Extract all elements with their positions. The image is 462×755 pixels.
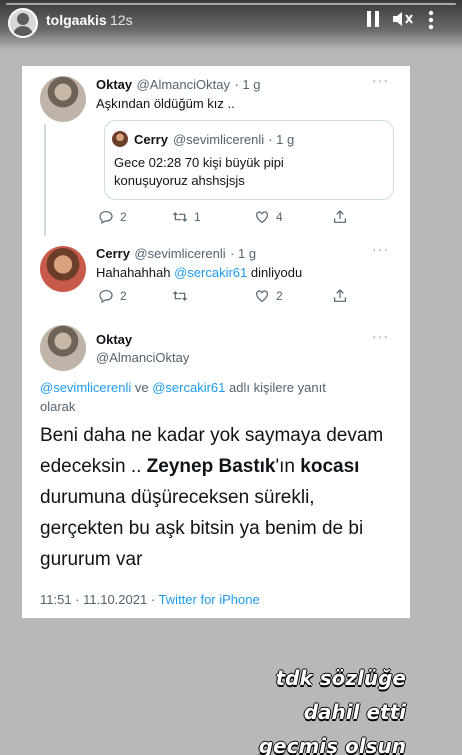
story-progress-bar [6, 3, 456, 5]
pause-icon[interactable] [366, 10, 380, 32]
share-button[interactable] [332, 288, 354, 304]
tweet-time: · 1 g [234, 77, 261, 92]
tweet-text-prefix: Hahahahhah [96, 265, 171, 280]
retweet-button[interactable]: 1 [172, 209, 254, 225]
share-button[interactable] [332, 209, 354, 225]
caption-line-3: gecmiş olsun [258, 734, 406, 755]
mute-icon[interactable] [392, 10, 414, 32]
author-name[interactable]: Oktay [96, 77, 132, 92]
avatar[interactable] [40, 246, 86, 292]
reply-context-and: ve [134, 380, 149, 395]
story-username[interactable]: tolgaakis [46, 12, 107, 28]
reply-icon [99, 290, 113, 304]
share-icon [334, 289, 346, 302]
more-options-icon[interactable]: ··· [372, 72, 389, 88]
author-handle[interactable]: @AlmanciOktay [96, 350, 189, 365]
tweet-meta: 11:51 · 11.10.2021 · Twitter for iPhone [40, 592, 260, 607]
like-button[interactable]: 4 [254, 209, 332, 225]
heart-icon [256, 211, 268, 224]
author-handle[interactable]: @AlmanciOktay [137, 77, 230, 92]
heart-icon [256, 290, 268, 303]
story-time: 12s [110, 12, 133, 28]
tweet-header: Oktay @AlmanciOktay · 1 g [96, 76, 260, 94]
author-handle[interactable]: @sevimlicerenli [134, 246, 225, 261]
tweet-body: Beni daha ne kadar yok saymaya devam ede… [40, 420, 400, 575]
caption-line-1: tdk sözlüğe [275, 666, 406, 690]
like-count: 4 [276, 210, 283, 224]
reply-icon [99, 211, 113, 225]
quoted-tweet-header: Cerry @sevimlicerenli · 1 g [112, 131, 294, 147]
mention-link[interactable]: @sevimlicerenli [40, 380, 131, 395]
reply-context-suffix: adlı kişilere yanıt [229, 380, 326, 395]
avatar[interactable] [40, 76, 86, 122]
share-icon [334, 210, 346, 223]
reply-count: 2 [120, 289, 127, 303]
mention-link[interactable]: @sercakir61 [174, 265, 247, 280]
author-name: Cerry [134, 131, 168, 147]
more-icon[interactable] [428, 10, 434, 34]
tweet-actions: 2 1 4 [98, 209, 354, 225]
tweet-body-bold: kocası [300, 456, 360, 477]
author-name[interactable]: Oktay [96, 332, 132, 347]
avatar [112, 131, 128, 147]
caption-line-2: dahil etti [303, 700, 406, 724]
author-handle: @sevimlicerenli [172, 131, 265, 147]
mention-link[interactable]: @sercakir61 [152, 380, 225, 395]
tweet-header: Cerry @sevimlicerenli · 1 g [96, 245, 256, 263]
tweet-text-suffix: dinliyodu [250, 265, 303, 280]
tweet-text: Aşkından öldüğüm kız .. [96, 96, 235, 111]
reply-context: @sevimlicerenli ve @sercakir61 adlı kişi… [40, 380, 326, 395]
like-count: 2 [276, 289, 283, 303]
tweet-text: Hahahahhah @sercakir61 dinliyodu [96, 265, 302, 280]
retweet-icon [172, 291, 188, 301]
tweet-body-bold: Zeynep Bastık [146, 456, 276, 477]
story-avatar[interactable] [8, 8, 38, 38]
tweet-source-link[interactable]: Twitter for iPhone [159, 592, 260, 607]
reply-button[interactable]: 2 [98, 209, 172, 225]
tweet-body-part: 'ın [275, 456, 301, 477]
retweet-icon [172, 212, 188, 222]
quoted-tweet-text-line2: konuşuyoruz ahshsjsjs [114, 173, 245, 188]
author-name[interactable]: Cerry [96, 246, 130, 261]
quoted-tweet-text-line1: Gece 02:28 70 kişi büyük pipi [114, 155, 284, 170]
reply-context-line2: olarak [40, 399, 76, 414]
tweet-time: · 1 g [268, 131, 295, 147]
avatar[interactable] [40, 325, 86, 371]
like-button[interactable]: 2 [254, 288, 332, 304]
thread-line [44, 124, 46, 236]
reply-button[interactable]: 2 [98, 288, 172, 304]
retweet-button[interactable] [172, 288, 254, 304]
more-options-icon[interactable]: ··· [372, 328, 389, 344]
tweet-body-part: durumuna düşüreceksen sürekli, gerçekten… [40, 487, 364, 570]
tweet-timestamp: 11:51 · 11.10.2021 · [40, 592, 156, 607]
reply-count: 2 [120, 210, 127, 224]
tweet-time: · 1 g [230, 246, 257, 261]
tweet-actions: 2 2 [98, 288, 354, 304]
retweet-count: 1 [194, 210, 201, 224]
more-options-icon[interactable]: ··· [372, 241, 389, 257]
